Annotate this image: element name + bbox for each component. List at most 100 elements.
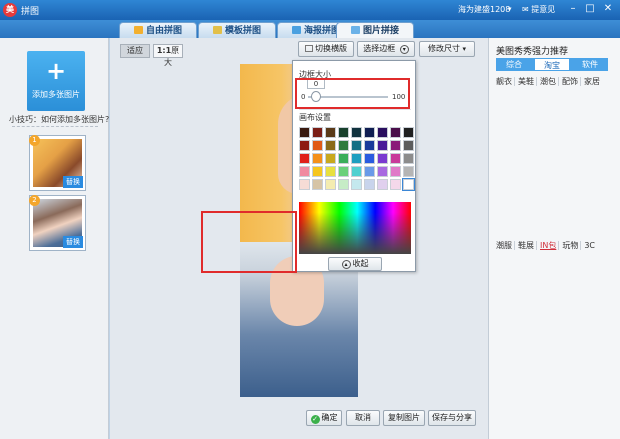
- divider: [12, 126, 98, 127]
- tab-free-collage[interactable]: 自由拼图: [119, 22, 197, 38]
- highlight-box-border-size: [295, 78, 410, 109]
- feedback-icon: ✉: [522, 5, 529, 14]
- save-share-label: 保存与分享: [432, 413, 472, 422]
- color-swatch[interactable]: [364, 179, 375, 190]
- color-swatch[interactable]: [351, 166, 362, 177]
- color-swatch[interactable]: [403, 166, 414, 177]
- copy-image-button[interactable]: 复制图片: [383, 410, 425, 426]
- color-swatch[interactable]: [390, 166, 401, 177]
- color-swatch[interactable]: [377, 179, 388, 190]
- color-swatch[interactable]: [312, 166, 323, 177]
- color-swatch[interactable]: [312, 127, 323, 138]
- category-link[interactable]: 3C: [584, 241, 597, 250]
- color-swatch[interactable]: [299, 140, 310, 151]
- color-swatch[interactable]: [351, 140, 362, 151]
- color-swatch[interactable]: [299, 127, 310, 138]
- color-swatch[interactable]: [299, 153, 310, 164]
- canvas-settings-title: 画布设置: [299, 113, 331, 122]
- layout-icon: [305, 45, 313, 52]
- ok-button[interactable]: ✓ 确定: [306, 410, 342, 426]
- color-swatch[interactable]: [351, 179, 362, 190]
- color-swatch[interactable]: [338, 140, 349, 151]
- color-swatch[interactable]: [377, 140, 388, 151]
- color-swatch[interactable]: [299, 179, 310, 190]
- tab-template-collage[interactable]: 模板拼图: [198, 22, 276, 38]
- color-swatch[interactable]: [390, 127, 401, 138]
- color-swatch[interactable]: [312, 140, 323, 151]
- color-swatch[interactable]: [364, 140, 375, 151]
- color-swatch[interactable]: [325, 127, 336, 138]
- category-link[interactable]: 靓衣: [496, 77, 515, 86]
- color-swatch[interactable]: [403, 127, 414, 138]
- recommend-title: 美图秀秀强力推荐: [496, 47, 569, 57]
- fit-view-button[interactable]: 适应: [120, 44, 150, 58]
- replace-button[interactable]: 替换: [63, 176, 83, 188]
- color-swatch[interactable]: [338, 127, 349, 138]
- tab-taobao[interactable]: 淘宝: [534, 58, 570, 71]
- feedback-link[interactable]: ✉ 提意见: [522, 4, 555, 15]
- category-link[interactable]: 美鞋: [518, 77, 537, 86]
- tab-software[interactable]: 软件: [572, 58, 608, 71]
- category-link-selected[interactable]: IN包: [540, 241, 560, 250]
- category-link[interactable]: 潮服: [496, 241, 515, 250]
- color-swatch[interactable]: [377, 166, 388, 177]
- save-share-button[interactable]: 保存与分享: [428, 410, 476, 426]
- color-swatch[interactable]: [377, 127, 388, 138]
- tip-link[interactable]: 小技巧：如何添加多张图片?: [9, 114, 109, 125]
- thumbnail-1[interactable]: 1 替换: [29, 135, 86, 191]
- color-swatch[interactable]: [364, 153, 375, 164]
- color-swatch[interactable]: [312, 179, 323, 190]
- color-swatch[interactable]: [403, 153, 414, 164]
- color-swatch[interactable]: [402, 178, 415, 191]
- resize-label: 修改尺寸: [427, 44, 460, 53]
- color-swatch[interactable]: [390, 140, 401, 151]
- minimize-button[interactable]: –: [566, 2, 580, 16]
- thumbnail-2[interactable]: 2 替换: [29, 195, 86, 251]
- category-link[interactable]: 鞋展: [518, 241, 537, 250]
- tab-image-splice[interactable]: 图片拼接: [336, 22, 414, 38]
- replace-button[interactable]: 替换: [63, 236, 83, 248]
- color-swatch[interactable]: [390, 179, 401, 190]
- color-swatch[interactable]: [377, 153, 388, 164]
- close-button[interactable]: ✕: [601, 2, 615, 16]
- check-icon: ✓: [310, 415, 320, 424]
- color-swatch[interactable]: [299, 166, 310, 177]
- collapse-button[interactable]: ▴ 收起: [328, 257, 382, 271]
- original-size-button[interactable]: 1:1原大: [153, 44, 183, 67]
- color-swatch[interactable]: [338, 166, 349, 177]
- category-link[interactable]: 玩物: [562, 241, 582, 250]
- color-swatch[interactable]: [364, 166, 375, 177]
- color-swatch[interactable]: [338, 179, 349, 190]
- color-swatch[interactable]: [325, 166, 336, 177]
- color-swatch[interactable]: [364, 127, 375, 138]
- cancel-button[interactable]: 取消: [346, 410, 380, 426]
- select-border-button[interactable]: 选择边框 ▾: [357, 41, 415, 57]
- color-swatch[interactable]: [312, 153, 323, 164]
- color-spectrum-picker[interactable]: [299, 202, 411, 254]
- app-title: 拼图: [21, 7, 40, 17]
- color-swatch[interactable]: [351, 153, 362, 164]
- color-swatch[interactable]: [325, 140, 336, 151]
- switch-layout-label: 切换横版: [315, 44, 347, 53]
- recommend-tabs: 综合 淘宝 软件: [496, 58, 608, 71]
- color-swatch[interactable]: [351, 127, 362, 138]
- maximize-button[interactable]: □: [583, 2, 597, 16]
- category-link[interactable]: 潮包: [540, 77, 559, 86]
- tab-general[interactable]: 综合: [496, 58, 532, 71]
- category-link[interactable]: 家居: [584, 77, 602, 86]
- add-images-button[interactable]: + 添加多张图片: [27, 51, 85, 111]
- switch-layout-button[interactable]: 切换横版: [298, 41, 354, 57]
- color-swatch[interactable]: [338, 153, 349, 164]
- color-swatch[interactable]: [325, 179, 336, 190]
- color-swatch[interactable]: [390, 153, 401, 164]
- category-link[interactable]: 配饰: [562, 77, 581, 86]
- user-account-link[interactable]: 海为建盛1208: [458, 4, 510, 15]
- recommend-panel: 美图秀秀强力推荐 综合 淘宝 软件 靓衣 美鞋 潮包 配饰 家居 潮服 鞋展 IN包 玩物 3C: [488, 38, 620, 439]
- user-dropdown-icon[interactable]: ▾: [508, 5, 512, 13]
- color-swatch[interactable]: [403, 140, 414, 151]
- feedback-label: 提意见: [531, 5, 556, 14]
- color-swatch-grid: [299, 127, 415, 191]
- resize-button[interactable]: 修改尺寸 ▾: [419, 41, 475, 57]
- plus-icon: +: [45, 57, 67, 85]
- color-swatch[interactable]: [325, 153, 336, 164]
